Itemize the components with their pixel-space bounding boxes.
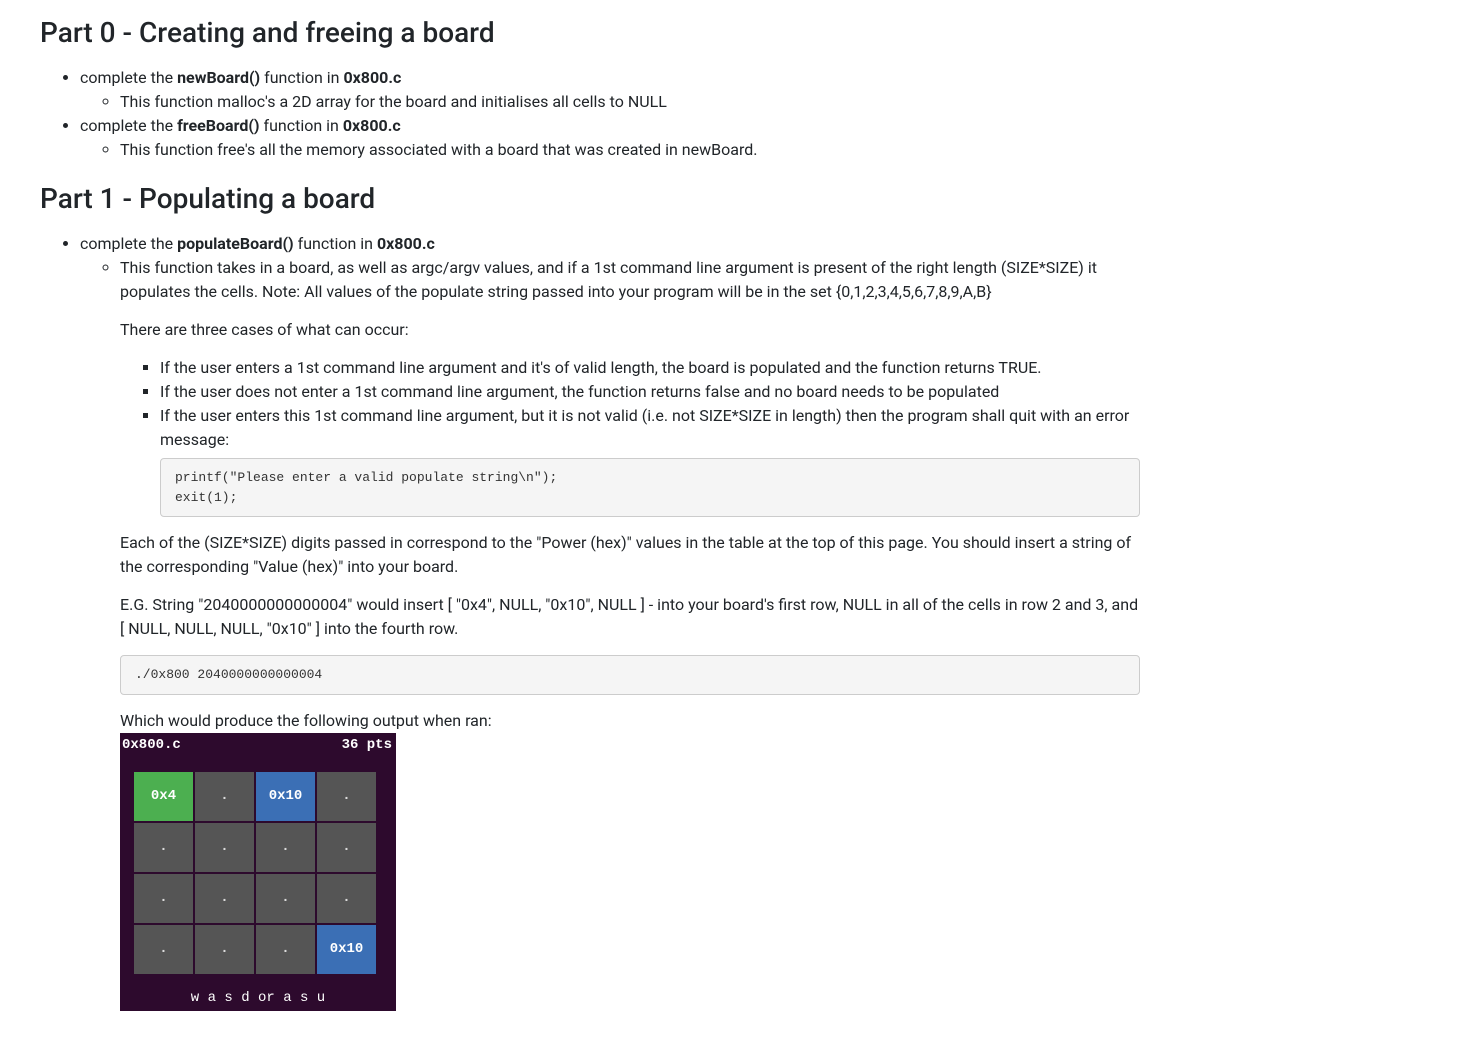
error-code-block: printf("Please enter a valid populate st… — [160, 458, 1140, 517]
game-output: 0x800.c 36 pts 0x4.0x10............0x10 … — [120, 733, 396, 1011]
cases-list: If the user enters a 1st command line ar… — [120, 356, 1140, 517]
game-cell: . — [195, 874, 254, 923]
game-cell: . — [195, 823, 254, 872]
part0-item2-sub: This function free's all the memory asso… — [120, 138, 1140, 162]
game-cell: . — [317, 874, 376, 923]
cases-intro: There are three cases of what can occur: — [120, 318, 1140, 342]
game-points: 36 pts — [342, 735, 392, 756]
game-cell: 0x10 — [317, 925, 376, 974]
part0-item2: complete the freeBoard() function in 0x8… — [80, 114, 1140, 162]
text: function in — [260, 116, 343, 135]
game-cell: . — [256, 823, 315, 872]
text: complete the — [80, 68, 177, 87]
free-board-fn: freeBoard() — [177, 116, 259, 135]
output-caption: Which would produce the following output… — [120, 709, 1140, 733]
game-cell: . — [256, 874, 315, 923]
part1-desc-item: This function takes in a board, as well … — [120, 256, 1140, 1011]
part0-heading: Part 0 - Creating and freeing a board — [40, 12, 1140, 54]
game-cell: . — [317, 772, 376, 821]
part1-heading: Part 1 - Populating a board — [40, 178, 1140, 220]
game-cell: . — [256, 925, 315, 974]
game-cell: . — [134, 925, 193, 974]
game-cell: 0x4 — [134, 772, 193, 821]
part0-item1-sub: This function malloc's a 2D array for th… — [120, 90, 1140, 114]
case2: If the user does not enter a 1st command… — [160, 380, 1140, 404]
text: complete the — [80, 116, 177, 135]
game-footer: w a s d or a s u — [120, 988, 396, 1011]
game-cell: 0x10 — [256, 772, 315, 821]
game-grid: 0x4.0x10............0x10 — [134, 772, 382, 974]
run-code-block: ./0x800 2040000000000004 — [120, 655, 1140, 695]
game-cell: . — [134, 874, 193, 923]
filename: 0x800.c — [343, 68, 401, 87]
game-cell: . — [195, 925, 254, 974]
filename: 0x800.c — [343, 116, 401, 135]
populate-board-fn: populateBoard() — [177, 234, 294, 253]
case3: If the user enters this 1st command line… — [160, 404, 1140, 517]
para3: E.G. String "2040000000000004" would ins… — [120, 593, 1140, 641]
game-cell: . — [317, 823, 376, 872]
text: function in — [260, 68, 343, 87]
part1-item1: complete the populateBoard() function in… — [80, 232, 1140, 1011]
text: function in — [294, 234, 377, 253]
part1-list: complete the populateBoard() function in… — [40, 232, 1140, 1011]
new-board-fn: newBoard() — [177, 68, 260, 87]
game-header: 0x800.c 36 pts — [120, 733, 396, 758]
game-title: 0x800.c — [122, 735, 181, 756]
para2: Each of the (SIZE*SIZE) digits passed in… — [120, 531, 1140, 579]
filename: 0x800.c — [377, 234, 435, 253]
case3-text: If the user enters this 1st command line… — [160, 406, 1129, 449]
game-cell: . — [195, 772, 254, 821]
part0-item1: complete the newBoard() function in 0x80… — [80, 66, 1140, 114]
game-cell: . — [134, 823, 193, 872]
text: complete the — [80, 234, 177, 253]
part1-desc: This function takes in a board, as well … — [120, 258, 1097, 301]
case1: If the user enters a 1st command line ar… — [160, 356, 1140, 380]
part0-list: complete the newBoard() function in 0x80… — [40, 66, 1140, 162]
